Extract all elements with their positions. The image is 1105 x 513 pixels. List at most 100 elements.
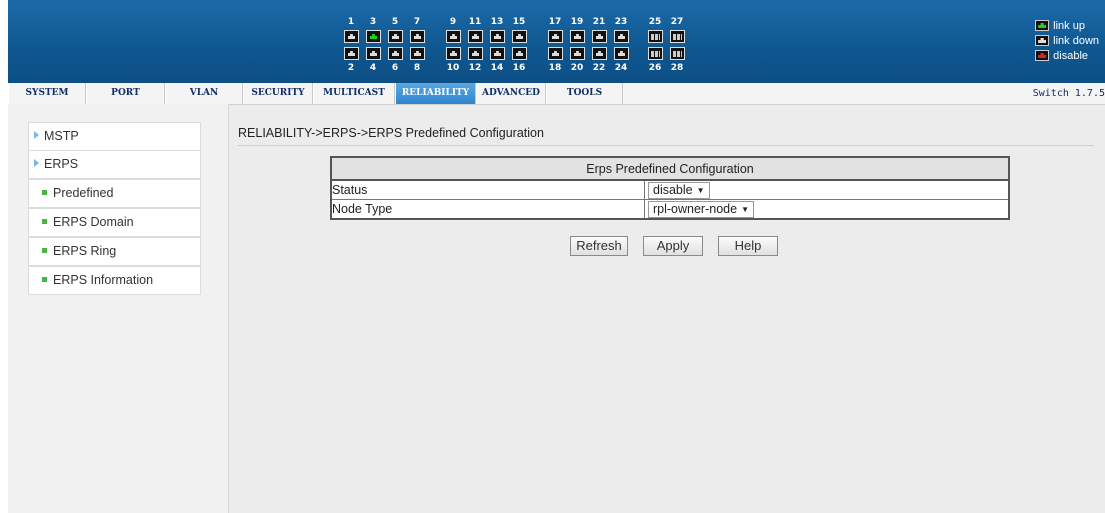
port-19-icon[interactable] [570,30,585,43]
port-number-15: 15 [512,17,526,27]
status-label: Status [330,179,645,200]
status-cell: disable ▼ [644,179,1010,200]
port-number-18: 18 [548,63,562,73]
bullet-icon [42,219,47,224]
menu-tools[interactable]: TOOLS [546,83,623,104]
port-26-icon[interactable] [648,47,663,60]
port-10-icon[interactable] [446,47,461,60]
port-17-icon[interactable] [548,30,563,43]
menu-vlan[interactable]: VLAN [165,83,243,104]
port-number-19: 19 [570,17,584,27]
sidebar-item-erps[interactable]: ERPS [28,150,201,179]
disable-icon [1035,50,1050,61]
port-number-12: 12 [468,63,482,73]
port-number-21: 21 [592,17,606,27]
version-label: Switch 1.7.5 [1032,88,1105,99]
bullet-icon [42,190,47,195]
port-number-13: 13 [490,17,504,27]
node-type-label: Node Type [330,199,645,220]
port-number-1: 1 [347,17,355,27]
link-down-icon [1035,35,1050,46]
port-number-25: 25 [648,17,662,27]
erps-config-table: Erps Predefined Configuration Status dis… [330,156,1010,220]
menu-multicast[interactable]: MULTICAST [313,83,395,104]
port-1-icon[interactable] [344,30,359,43]
expand-arrow-icon [34,131,39,139]
port-12-icon[interactable] [468,47,483,60]
bullet-icon [42,277,47,282]
breadcrumb-divider [238,145,1094,146]
port-8-icon[interactable] [410,47,425,60]
port-number-24: 24 [614,63,628,73]
dropdown-arrow-icon: ▼ [696,185,705,195]
app-window: 1 3 5 7 9 11 13 15 17 19 21 23 25 27 2 4 6 8 10 12 14 16 18 20 2… [8,0,1105,513]
port-number-28: 28 [670,63,684,73]
menu-security[interactable]: SECURITY [243,83,313,104]
status-select[interactable]: disable ▼ [648,181,710,199]
port-number-14: 14 [490,63,504,73]
port-panel-header: 1 3 5 7 9 11 13 15 17 19 21 23 25 27 2 4 6 8 10 12 14 16 18 20 2… [8,0,1105,83]
port-number-5: 5 [391,17,399,27]
sidebar-item-predefined[interactable]: Predefined [28,179,201,208]
port-number-2: 2 [347,63,355,73]
sidebar-item-erps-information[interactable]: ERPS Information [28,266,201,295]
port-number-23: 23 [614,17,628,27]
port-16-icon[interactable] [512,47,527,60]
port-6-icon[interactable] [388,47,403,60]
node-type-select[interactable]: rpl-owner-node ▼ [648,200,754,218]
legend-disable: disable [1035,48,1099,63]
legend-link-down: link down [1035,33,1099,48]
help-button[interactable]: Help [718,236,778,256]
expand-arrow-icon [34,159,39,167]
table-row: Status disable ▼ [330,179,1010,200]
menu-system[interactable]: SYSTEM [8,83,86,104]
port-27-icon[interactable] [670,30,685,43]
port-13-icon[interactable] [490,30,505,43]
link-up-icon [1035,20,1050,31]
port-24-icon[interactable] [614,47,629,60]
port-20-icon[interactable] [570,47,585,60]
table-row: Node Type rpl-owner-node ▼ [330,199,1010,220]
port-3-icon[interactable] [366,30,381,43]
main-content: RELIABILITY->ERPS->ERPS Predefined Confi… [229,104,1105,513]
port-22-icon[interactable] [592,47,607,60]
port-number-8: 8 [413,63,421,73]
legend-link-up: link up [1035,18,1099,33]
menu-advanced[interactable]: ADVANCED [476,83,546,104]
sidebar-item-mstp[interactable]: MSTP [28,122,201,151]
port-number-10: 10 [446,63,460,73]
port-number-20: 20 [570,63,584,73]
sidebar: MSTP ERPS Predefined ERPS Domain ERPS Ri… [8,104,229,513]
sidebar-item-erps-domain[interactable]: ERPS Domain [28,208,201,237]
port-number-3: 3 [369,17,377,27]
port-9-icon[interactable] [446,30,461,43]
apply-button[interactable]: Apply [643,236,703,256]
port-11-icon[interactable] [468,30,483,43]
menu-reliability[interactable]: RELIABILITY [395,83,476,104]
breadcrumb: RELIABILITY->ERPS->ERPS Predefined Confi… [238,126,544,140]
refresh-button[interactable]: Refresh [570,236,628,256]
port-number-22: 22 [592,63,606,73]
port-4-icon[interactable] [366,47,381,60]
port-21-icon[interactable] [592,30,607,43]
port-number-4: 4 [369,63,377,73]
port-number-17: 17 [548,17,562,27]
table-title: Erps Predefined Configuration [330,156,1010,181]
port-25-icon[interactable] [648,30,663,43]
port-23-icon[interactable] [614,30,629,43]
port-5-icon[interactable] [388,30,403,43]
port-number-27: 27 [670,17,684,27]
bullet-icon [42,248,47,253]
port-28-icon[interactable] [670,47,685,60]
port-number-16: 16 [512,63,526,73]
port-14-icon[interactable] [490,47,505,60]
port-number-6: 6 [391,63,399,73]
sidebar-item-erps-ring[interactable]: ERPS Ring [28,237,201,266]
node-type-cell: rpl-owner-node ▼ [644,199,1010,220]
port-2-icon[interactable] [344,47,359,60]
port-7-icon[interactable] [410,30,425,43]
port-18-icon[interactable] [548,47,563,60]
port-15-icon[interactable] [512,30,527,43]
menu-port[interactable]: PORT [86,83,165,104]
main-menu: SYSTEM PORT VLAN SECURITY MULTICAST RELI… [8,83,1105,105]
